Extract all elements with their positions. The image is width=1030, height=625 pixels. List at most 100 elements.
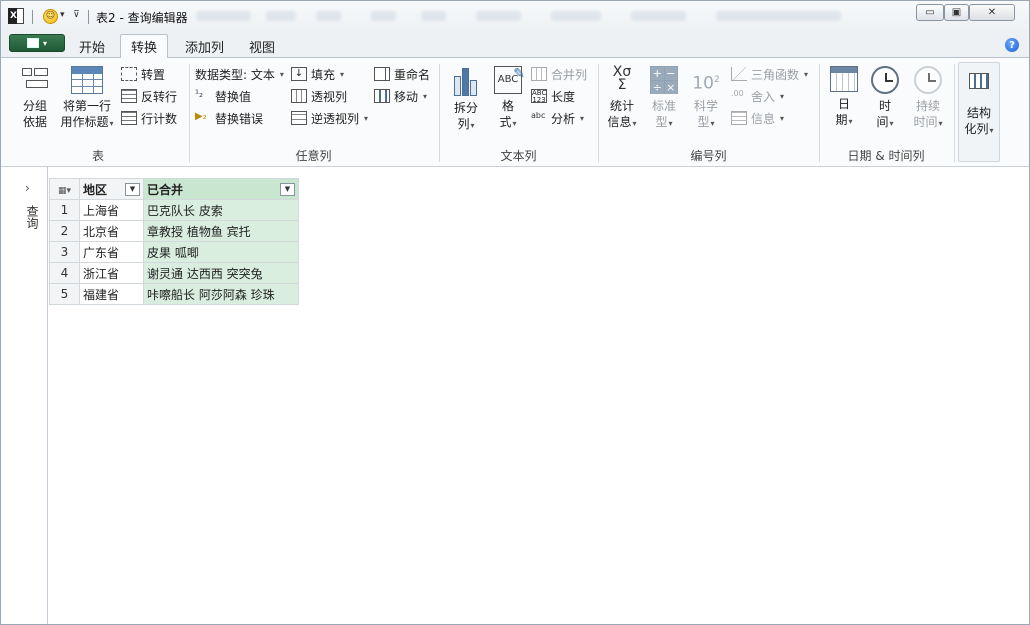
help-icon[interactable]: ? <box>1005 38 1019 52</box>
rename-label: 重命名 <box>394 67 431 82</box>
rename-button[interactable]: 重命名 <box>374 65 430 83</box>
unpivot-columns-icon <box>291 111 307 125</box>
blurred-region <box>316 11 341 21</box>
date-button[interactable]: 日 期▾ <box>827 66 861 130</box>
rename-icon <box>374 67 390 81</box>
statistics-button[interactable]: Χσ Σ 统计 信息▾ <box>603 65 641 132</box>
structured-column-icon <box>969 73 989 89</box>
length-button[interactable]: ABC 123 长度 <box>531 87 575 105</box>
use-first-row-as-headers-button[interactable]: 将第一行 用作标题▾ <box>57 66 117 132</box>
table-menu-button[interactable]: ▦▾ <box>49 178 80 200</box>
column-header-region[interactable]: 地区 ▼ <box>79 178 144 200</box>
pivot-column-button[interactable]: 透视列 <box>291 87 347 105</box>
group-by-button[interactable]: 分组 依据 <box>15 66 55 130</box>
structured-column-label-2: 化列 <box>964 122 989 136</box>
merge-columns-button[interactable]: 合并列 <box>531 65 587 83</box>
cell-region[interactable]: 上海省 <box>79 199 144 221</box>
standard-label-2: 型 <box>655 115 668 129</box>
file-menu-button[interactable]: ▾ <box>9 34 65 52</box>
duration-button[interactable]: 持续 时间▾ <box>907 66 949 132</box>
chevron-down-icon: ▾ <box>710 119 715 128</box>
parse-button[interactable]: abc 分析 ▾ <box>531 109 584 127</box>
cell-merged[interactable]: 巴克队长 皮索 <box>143 199 299 221</box>
table-row[interactable]: 1 上海省 巴克队长 皮索 <box>49 199 299 221</box>
fill-label: 填充 <box>311 67 336 82</box>
format-button[interactable]: ABC ✎ 格 式▾ <box>489 66 527 132</box>
unpivot-columns-button[interactable]: 逆透视列 ▾ <box>291 109 368 127</box>
scientific-power-icon: 102 <box>692 73 720 94</box>
cell-merged[interactable]: 章教授 植物鱼 宾托 <box>143 220 299 242</box>
headers-grid-icon <box>71 66 103 94</box>
scientific-button[interactable]: 102 科学 型▾ <box>687 66 725 132</box>
excel-icon[interactable]: X <box>8 8 24 24</box>
stopwatch-icon <box>914 66 942 94</box>
cell-region[interactable]: 福建省 <box>79 283 144 305</box>
tab-view[interactable]: 视图 <box>239 35 285 58</box>
table-row[interactable]: 3 广东省 皮果 呱唧 <box>49 241 299 263</box>
close-button[interactable]: ✕ <box>969 4 1015 21</box>
minimize-button[interactable]: ▭ <box>916 4 944 21</box>
cell-merged[interactable]: 皮果 呱唧 <box>143 241 299 263</box>
filter-dropdown-icon[interactable]: ▼ <box>280 182 295 196</box>
information-icon <box>731 111 747 125</box>
ribbon: 分组 依据 将第一行 用作标题▾ 转置 反转行 行计数 表 数据类型: 文本 ▾ … <box>1 58 1029 167</box>
trigonometry-button[interactable]: 三角函数 ▾ <box>731 65 808 83</box>
table-group-label: 表 <box>91 149 104 163</box>
standard-operators-icon: + − ÷ × <box>650 66 678 94</box>
standard-button[interactable]: + − ÷ × 标准 型▾ <box>645 66 683 132</box>
tab-add-column[interactable]: 添加列 <box>175 35 234 58</box>
blurred-region <box>266 11 296 21</box>
table-row[interactable]: 2 北京省 章教授 植物鱼 宾托 <box>49 220 299 242</box>
column-header-merged[interactable]: 已合并 ▼ <box>143 178 299 200</box>
replace-errors-label: 替换错误 <box>215 111 264 126</box>
length-label: 长度 <box>551 89 576 104</box>
use-first-row-label-1: 将第一行 <box>62 99 111 113</box>
split-column-button[interactable]: 拆分 列▾ <box>447 66 485 134</box>
duration-label-2: 时间 <box>913 115 938 129</box>
standard-label-1: 标准 <box>651 99 676 113</box>
rounding-button[interactable]: .00 舍入 ▾ <box>731 87 784 105</box>
table-icon: ▦▾ <box>57 186 72 196</box>
cell-region[interactable]: 北京省 <box>79 220 144 242</box>
time-button[interactable]: 时 间▾ <box>868 66 902 132</box>
tab-transform[interactable]: 转换 <box>120 34 169 59</box>
cell-region[interactable]: 浙江省 <box>79 262 144 284</box>
cell-merged[interactable]: 咔嚓船长 阿莎阿森 珍珠 <box>143 283 299 305</box>
smiley-dropdown-icon[interactable]: ▾ <box>60 10 65 20</box>
tab-home[interactable]: 开始 <box>69 35 115 58</box>
cell-region[interactable]: 广东省 <box>79 241 144 263</box>
move-button[interactable]: 移动 ▾ <box>374 87 427 105</box>
chevron-down-icon: ▾ <box>470 121 475 130</box>
replace-values-label: 替换值 <box>215 89 252 104</box>
table-row[interactable]: 4 浙江省 谢灵通 达西西 突突兔 <box>49 262 299 284</box>
group-separator <box>189 64 190 162</box>
information-button[interactable]: 信息 ▾ <box>731 109 784 127</box>
ribbon-tabs: ▾ 开始 转换 添加列 视图 ? <box>1 31 1029 59</box>
count-rows-button[interactable]: 行计数 <box>121 109 177 127</box>
fill-down-icon: ↓ <box>291 67 307 81</box>
replace-values-button[interactable]: ¹₂ 替换值 <box>195 87 251 105</box>
reverse-rows-button[interactable]: 反转行 <box>121 87 177 105</box>
expand-chevron-icon[interactable]: › <box>25 181 30 195</box>
replace-values-icon: ¹₂ <box>195 89 204 100</box>
structured-column-button[interactable]: 结构 化列▾ <box>958 62 1000 162</box>
move-icon <box>374 89 390 103</box>
queries-pane-label[interactable]: 查询 <box>25 205 39 229</box>
cell-merged[interactable]: 谢灵通 达西西 突突兔 <box>143 262 299 284</box>
restore-button[interactable]: ▣ <box>944 4 969 21</box>
title-bar: X ☺ ▾ ⊽ 表2 - 查询编辑器 ▭ ▣ ✕ <box>1 1 1029 31</box>
clock-icon <box>871 66 899 94</box>
filter-dropdown-icon[interactable]: ▼ <box>125 182 140 196</box>
row-number: 3 <box>49 241 80 263</box>
structured-column-label-1: 结构 <box>966 106 991 120</box>
chevron-down-icon: ▾ <box>804 69 809 79</box>
data-type-dropdown[interactable]: 数据类型: 文本 ▾ <box>195 65 284 83</box>
table-row[interactable]: 5 福建省 咔嚓船长 阿莎阿森 珍珠 <box>49 283 299 305</box>
customize-toolbar-icon[interactable]: ⊽ <box>73 10 80 20</box>
split-column-label-2: 列 <box>457 117 470 131</box>
replace-errors-button[interactable]: ▶₂ 替换错误 <box>195 109 263 127</box>
fill-button[interactable]: ↓ 填充 ▾ <box>291 65 344 83</box>
transpose-button[interactable]: 转置 <box>121 65 165 83</box>
smiley-icon[interactable]: ☺ <box>43 9 58 24</box>
chevron-down-icon: ▾ <box>632 119 637 128</box>
